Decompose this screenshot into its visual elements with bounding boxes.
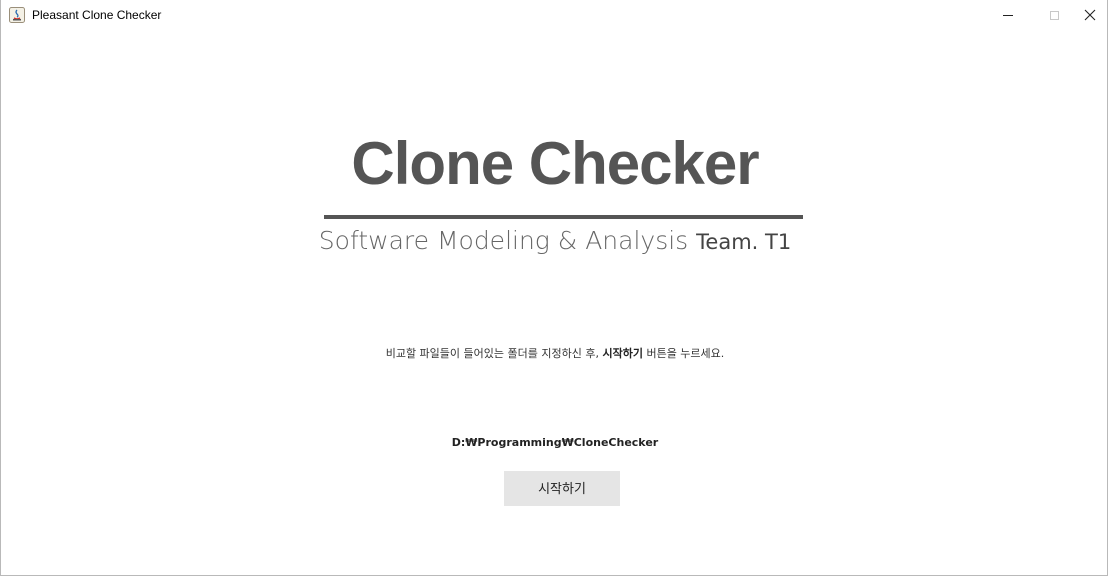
logo-title: Clone Checker bbox=[351, 130, 759, 197]
minimize-button[interactable] bbox=[985, 0, 1031, 30]
close-button[interactable] bbox=[1067, 0, 1109, 30]
logo-subtitle: Software Modeling & Analysis Team. T1 bbox=[1, 223, 1109, 260]
instruction-text: 비교할 파일들이 들어있는 폴더를 지정하신 후, 시작하기 버튼을 누르세요. bbox=[1, 346, 1109, 362]
minimize-icon bbox=[1003, 14, 1013, 16]
main-content: Clone Checker Software Modeling & Analys… bbox=[1, 30, 1107, 576]
app-window: Pleasant Clone Checker Clone Checker Sof… bbox=[0, 0, 1108, 576]
logo-divider bbox=[324, 215, 803, 219]
maximize-icon bbox=[1049, 10, 1059, 20]
instruction-before: 비교할 파일들이 들어있는 폴더를 지정하신 후, bbox=[385, 347, 603, 360]
folder-path-label[interactable]: D:₩Programming₩CloneChecker bbox=[1, 435, 1109, 451]
close-icon bbox=[1084, 9, 1096, 21]
title-bar[interactable]: Pleasant Clone Checker bbox=[1, 0, 1107, 30]
java-app-icon bbox=[9, 7, 25, 23]
start-button[interactable]: 시작하기 bbox=[504, 471, 620, 506]
instruction-after: 버튼을 누르세요. bbox=[642, 347, 725, 360]
logo-subtitle-team: Team. T1 bbox=[696, 230, 792, 254]
logo-subtitle-main: Software Modeling & Analysis bbox=[318, 226, 689, 255]
instruction-emphasis: 시작하기 bbox=[602, 347, 643, 360]
window-title: Pleasant Clone Checker bbox=[32, 8, 162, 22]
